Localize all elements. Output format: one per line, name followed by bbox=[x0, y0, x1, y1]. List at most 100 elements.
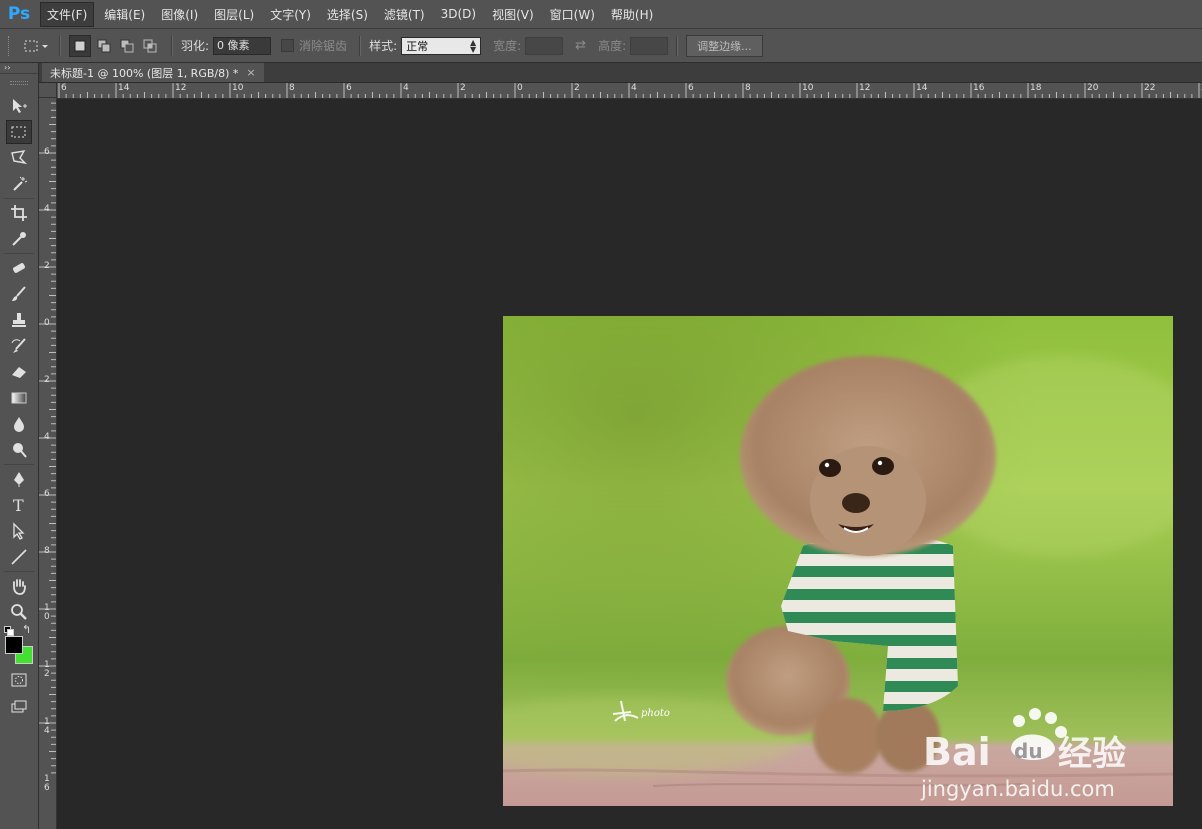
panel-grip[interactable] bbox=[0, 74, 38, 92]
magic-wand-tool[interactable] bbox=[6, 172, 32, 196]
spot-healing-tool[interactable] bbox=[6, 256, 32, 280]
move-icon bbox=[13, 99, 27, 113]
ruler-origin[interactable] bbox=[39, 83, 57, 98]
clone-stamp-tool[interactable] bbox=[6, 308, 32, 332]
crop-tool[interactable] bbox=[6, 201, 32, 225]
blur-tool[interactable] bbox=[6, 412, 32, 436]
ruler-label: 4 bbox=[44, 204, 50, 214]
ruler-label: 6 bbox=[61, 83, 67, 93]
menu-image[interactable]: 图像(I) bbox=[155, 3, 204, 26]
hand-tool[interactable] bbox=[6, 574, 32, 598]
color-swatches: ↰ bbox=[0, 623, 38, 666]
dog-photo-layer[interactable]: photo Bai du 经验 jingyan.baidu.com bbox=[503, 316, 1173, 806]
dodge-tool[interactable] bbox=[6, 438, 32, 462]
options-bar-grip[interactable] bbox=[8, 35, 13, 56]
path-selection-tool[interactable] bbox=[6, 519, 32, 543]
menu-type[interactable]: 文字(Y) bbox=[264, 3, 317, 26]
zoom-icon bbox=[11, 604, 27, 620]
width-input[interactable] bbox=[525, 36, 564, 55]
ruler-label: 1 6 bbox=[44, 774, 50, 793]
line-icon bbox=[11, 549, 27, 565]
default-colors-icon[interactable] bbox=[4, 626, 14, 636]
style-select[interactable]: 正常 ▲ ▼ bbox=[401, 36, 482, 55]
subtract-selection-icon bbox=[120, 39, 134, 52]
ruler-label: 8 bbox=[289, 83, 295, 93]
height-input[interactable] bbox=[630, 36, 669, 55]
ruler-label: 0 bbox=[44, 318, 50, 328]
antialias-checkbox[interactable] bbox=[281, 39, 295, 52]
menu-3d[interactable]: 3D(D) bbox=[435, 4, 482, 24]
new-selection-button[interactable] bbox=[69, 34, 91, 57]
tools-panel: ›› T ↰ bbox=[0, 63, 39, 829]
ruler-label: 0 bbox=[517, 83, 523, 93]
ruler-label: 8 bbox=[44, 546, 50, 556]
pen-icon bbox=[14, 472, 24, 487]
ruler-label: 4 bbox=[631, 83, 637, 93]
menu-help[interactable]: 帮助(H) bbox=[605, 3, 659, 26]
ruler-label: 12 bbox=[859, 83, 871, 93]
line-tool[interactable] bbox=[6, 545, 32, 569]
horizontal-ruler[interactable]: 61412108642024681012141618202224 bbox=[57, 83, 1202, 99]
lasso-tool[interactable] bbox=[6, 146, 32, 170]
menu-window[interactable]: 窗口(W) bbox=[544, 3, 601, 26]
close-icon[interactable]: × bbox=[246, 66, 255, 79]
type-icon: T bbox=[13, 496, 24, 514]
ruler-label: 1 0 bbox=[44, 603, 50, 622]
menu-filter[interactable]: 滤镜(T) bbox=[378, 3, 431, 26]
svg-text:T: T bbox=[13, 496, 24, 514]
add-selection-icon bbox=[97, 39, 111, 52]
rectangular-marquee-tool[interactable] bbox=[6, 120, 32, 144]
lasso-icon bbox=[11, 150, 28, 165]
add-selection-button[interactable] bbox=[94, 36, 114, 56]
foreground-color-swatch[interactable] bbox=[5, 636, 23, 654]
document-tab[interactable]: 未标题-1 @ 100% (图层 1, RGB/8) * × bbox=[42, 63, 264, 82]
tool-preset-picker[interactable] bbox=[21, 36, 51, 56]
menu-edit[interactable]: 编辑(E) bbox=[98, 3, 151, 26]
eraser-tool[interactable] bbox=[6, 360, 32, 384]
move-tool[interactable] bbox=[6, 94, 32, 118]
brush-tool[interactable] bbox=[6, 282, 32, 306]
ruler-label: 22 bbox=[1144, 83, 1156, 93]
ruler-label: 2 bbox=[574, 83, 580, 93]
ruler-label: 12 bbox=[175, 83, 187, 93]
menu-view[interactable]: 视图(V) bbox=[486, 3, 540, 26]
marquee-preset-icon bbox=[24, 40, 48, 51]
ruler-label: 1 4 bbox=[44, 717, 50, 736]
document-tab-bar: 未标题-1 @ 100% (图层 1, RGB/8) * × bbox=[39, 63, 1202, 83]
arrow-icon bbox=[13, 522, 25, 540]
swap-colors-icon[interactable]: ↰ bbox=[22, 623, 31, 636]
ruler-label: 2 bbox=[460, 83, 466, 93]
magic-wand-icon bbox=[13, 176, 28, 191]
baidu-brand-suffix: du bbox=[1014, 739, 1043, 763]
ruler-label: 18 bbox=[1030, 83, 1042, 93]
swap-dimensions-icon[interactable]: ⇄ bbox=[575, 38, 586, 53]
screen-mode-button[interactable] bbox=[6, 694, 32, 718]
vertical-ruler[interactable]: 6 4 2 0 2 4 6 8 1 0 1 2 1 4 1 6 bbox=[39, 98, 57, 829]
gradient-icon bbox=[11, 392, 27, 404]
ruler-label: 10 bbox=[232, 83, 244, 93]
antialias-label: 消除锯齿 bbox=[299, 39, 348, 53]
style-label: 样式: bbox=[369, 39, 398, 53]
feather-input[interactable]: 0 像素 bbox=[213, 36, 272, 55]
menu-layer[interactable]: 图层(L) bbox=[208, 3, 260, 26]
eyedropper-icon bbox=[12, 232, 26, 246]
separator bbox=[359, 35, 362, 56]
subtract-selection-button[interactable] bbox=[117, 36, 137, 56]
pen-tool[interactable] bbox=[6, 467, 32, 491]
intersect-selection-button[interactable] bbox=[140, 36, 160, 56]
panel-collapse-icon[interactable]: ›› bbox=[0, 63, 38, 74]
quick-mask-button[interactable] bbox=[6, 668, 32, 692]
menu-select[interactable]: 选择(S) bbox=[321, 3, 374, 26]
refine-edge-button[interactable]: 调整边缘... bbox=[686, 34, 763, 57]
menu-file[interactable]: 文件(F) bbox=[40, 1, 95, 27]
marquee-icon bbox=[11, 126, 26, 138]
ruler-label: 4 bbox=[403, 83, 409, 93]
style-select-value: 正常 bbox=[406, 39, 429, 53]
type-tool[interactable]: T bbox=[6, 493, 32, 517]
history-brush-tool[interactable] bbox=[6, 334, 32, 358]
eyedropper-tool[interactable] bbox=[6, 227, 32, 251]
gradient-tool[interactable] bbox=[6, 386, 32, 410]
options-bar: 羽化: 0 像素 消除锯齿 样式: 正常 ▲ ▼ 宽度: ⇄ 高度: 调整边缘..… bbox=[0, 29, 1202, 63]
separator bbox=[171, 35, 173, 56]
zoom-tool[interactable] bbox=[6, 600, 32, 624]
